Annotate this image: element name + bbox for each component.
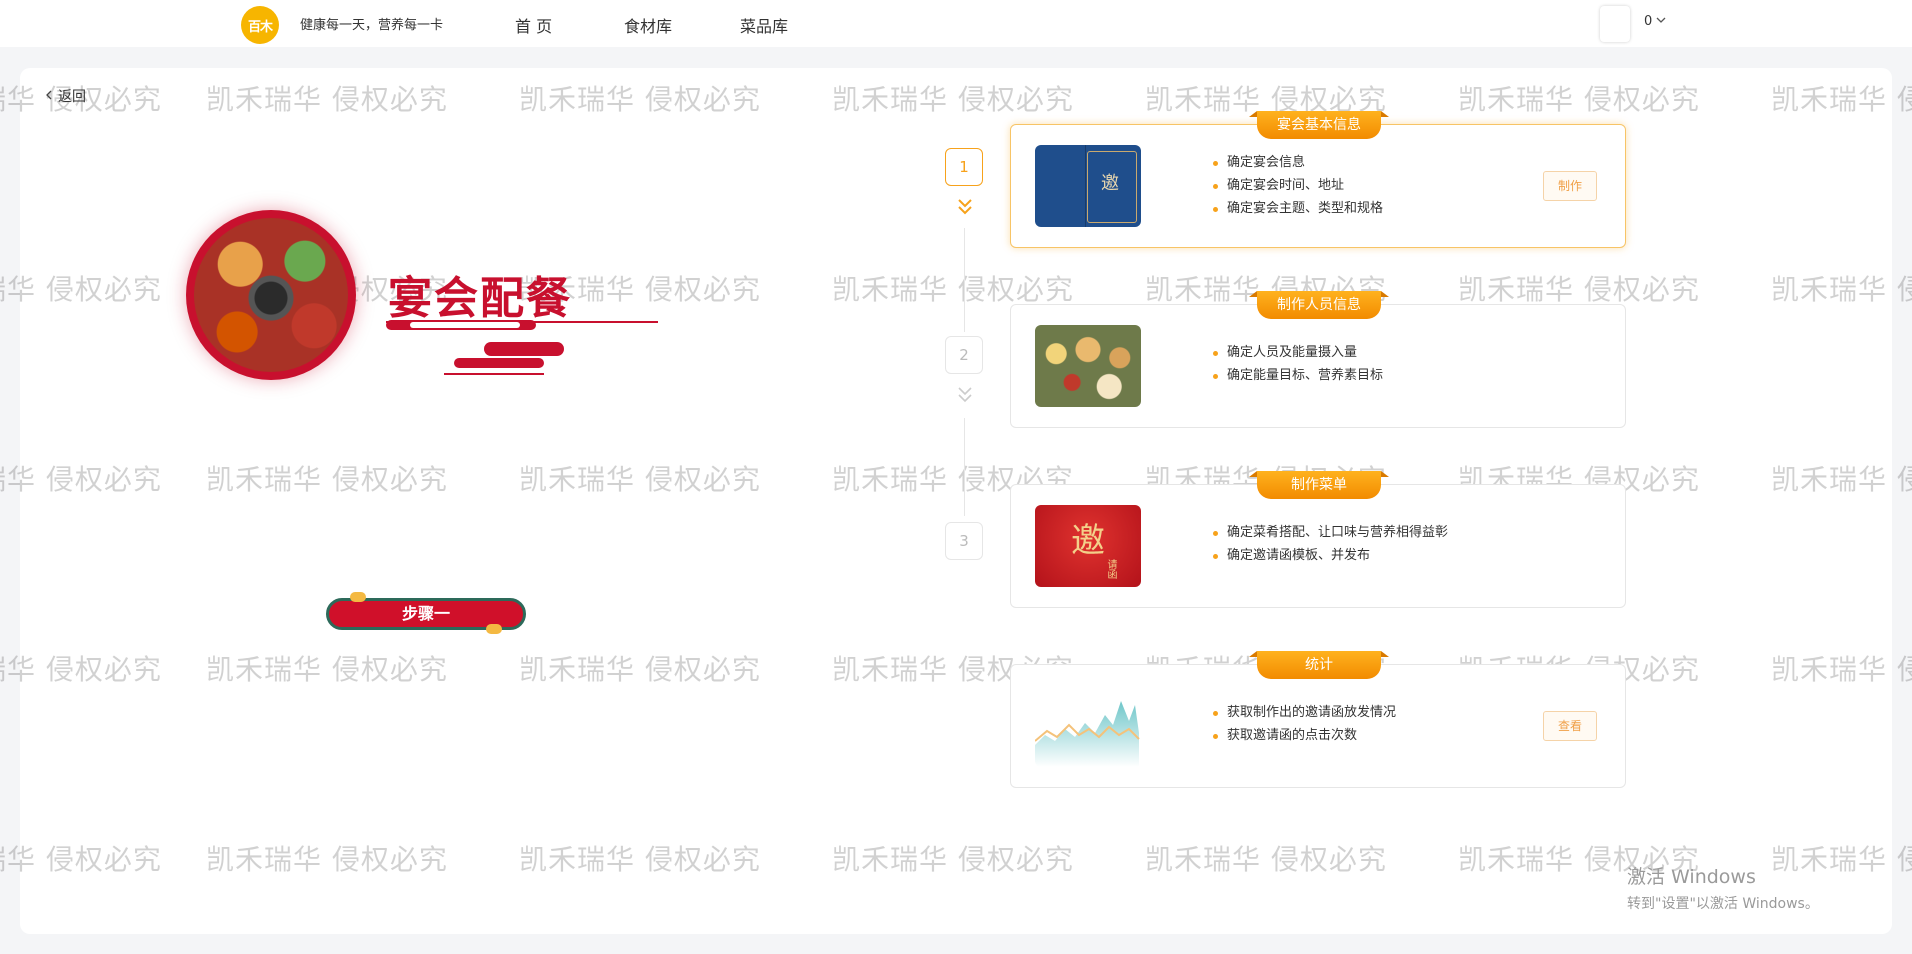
double-chevron-down-icon <box>958 199 972 215</box>
user-avatar[interactable] <box>1600 6 1630 42</box>
step-number-1[interactable]: 1 <box>945 148 983 186</box>
step-card-personnel-info[interactable]: 制作人员信息 确定人员及能量摄入量 确定能量目标、营养素目标 <box>1010 291 1626 428</box>
bullet-item: 确定菜肴搭配、让口味与营养相得益彰 <box>1213 521 1448 544</box>
cloud-ribbon-decoration <box>386 320 658 375</box>
buffet-food-image <box>1035 325 1141 407</box>
back-label: 返回 <box>58 89 86 105</box>
card-bullet-list: 获取制作出的邀请函放发情况 获取邀请函的点击次数 <box>1213 701 1396 747</box>
nav-ingredient-library[interactable]: 食材库 <box>624 13 672 37</box>
hotpot-dish-image <box>194 218 348 372</box>
card-tag-label: 宴会基本信息 <box>1257 111 1381 139</box>
banquet-hero-image <box>186 210 356 380</box>
app-logo[interactable]: 百木 <box>241 6 279 44</box>
bullet-item: 获取邀请函的点击次数 <box>1213 724 1396 747</box>
cloud-ornament <box>486 624 502 634</box>
step-card-make-menu[interactable]: 制作菜单 邀 请函 确定菜肴搭配、让口味与营养相得益彰 确定邀请函模板、并发布 <box>1010 471 1626 608</box>
card-tag: 统计 <box>1249 651 1389 679</box>
bullet-item: 确定宴会信息 <box>1213 151 1383 174</box>
step-card-banquet-info[interactable]: 宴会基本信息 邀 确定宴会信息 确定宴会时间、地址 确定宴会主题、类型和规格 制… <box>1010 111 1626 248</box>
invitation-booklet-image: 邀 <box>1035 145 1141 227</box>
cloud-ornament <box>350 592 366 602</box>
bullet-item: 确定宴会时间、地址 <box>1213 174 1383 197</box>
step-card-statistics[interactable]: 统计 获取制作出的邀请函放发情况 获取邀请函的点击次数 查看 <box>1010 651 1626 788</box>
chevron-down-icon[interactable] <box>1654 13 1668 27</box>
statistics-area-chart-image <box>1035 701 1140 767</box>
card-tag: 制作菜单 <box>1249 471 1389 499</box>
step-number-3[interactable]: 3 <box>945 522 983 560</box>
bullet-item: 获取制作出的邀请函放发情况 <box>1213 701 1396 724</box>
bullet-item: 确定能量目标、营养素目标 <box>1213 364 1383 387</box>
card-tag: 宴会基本信息 <box>1249 111 1389 139</box>
card-bullet-list: 确定菜肴搭配、让口味与营养相得益彰 确定邀请函模板、并发布 <box>1213 521 1448 567</box>
nav-dish-library[interactable]: 菜品库 <box>740 13 788 37</box>
top-header: 百木 健康每一天，营养每一卡 首 页 食材库 菜品库 0 <box>0 0 1912 47</box>
step-number-2[interactable]: 2 <box>945 336 983 374</box>
user-count: 0 <box>1644 14 1653 29</box>
card-bullet-list: 确定人员及能量摄入量 确定能量目标、营养素目标 <box>1213 341 1383 387</box>
bullet-item: 确定邀请函模板、并发布 <box>1213 544 1448 567</box>
timeline-line <box>964 418 965 516</box>
slogan-text: 健康每一天，营养每一卡 <box>300 18 444 33</box>
double-chevron-down-icon <box>958 387 972 403</box>
card-tag-label: 制作菜单 <box>1257 471 1381 499</box>
timeline-line <box>964 228 965 332</box>
card-bullet-list: 确定宴会信息 确定宴会时间、地址 确定宴会主题、类型和规格 <box>1213 151 1383 220</box>
card-tag-label: 统计 <box>1257 651 1381 679</box>
view-button[interactable]: 查看 <box>1543 711 1597 741</box>
bullet-item: 确定宴会主题、类型和规格 <box>1213 197 1383 220</box>
chevron-left-icon <box>46 90 52 100</box>
nav-home[interactable]: 首 页 <box>515 13 552 37</box>
card-tag-label: 制作人员信息 <box>1257 291 1381 319</box>
red-invitation-image: 邀 请函 <box>1035 505 1141 587</box>
bullet-item: 确定人员及能量摄入量 <box>1213 341 1383 364</box>
card-tag: 制作人员信息 <box>1249 291 1389 319</box>
make-button[interactable]: 制作 <box>1543 171 1597 201</box>
step-badge: 步骤一 <box>318 592 534 636</box>
